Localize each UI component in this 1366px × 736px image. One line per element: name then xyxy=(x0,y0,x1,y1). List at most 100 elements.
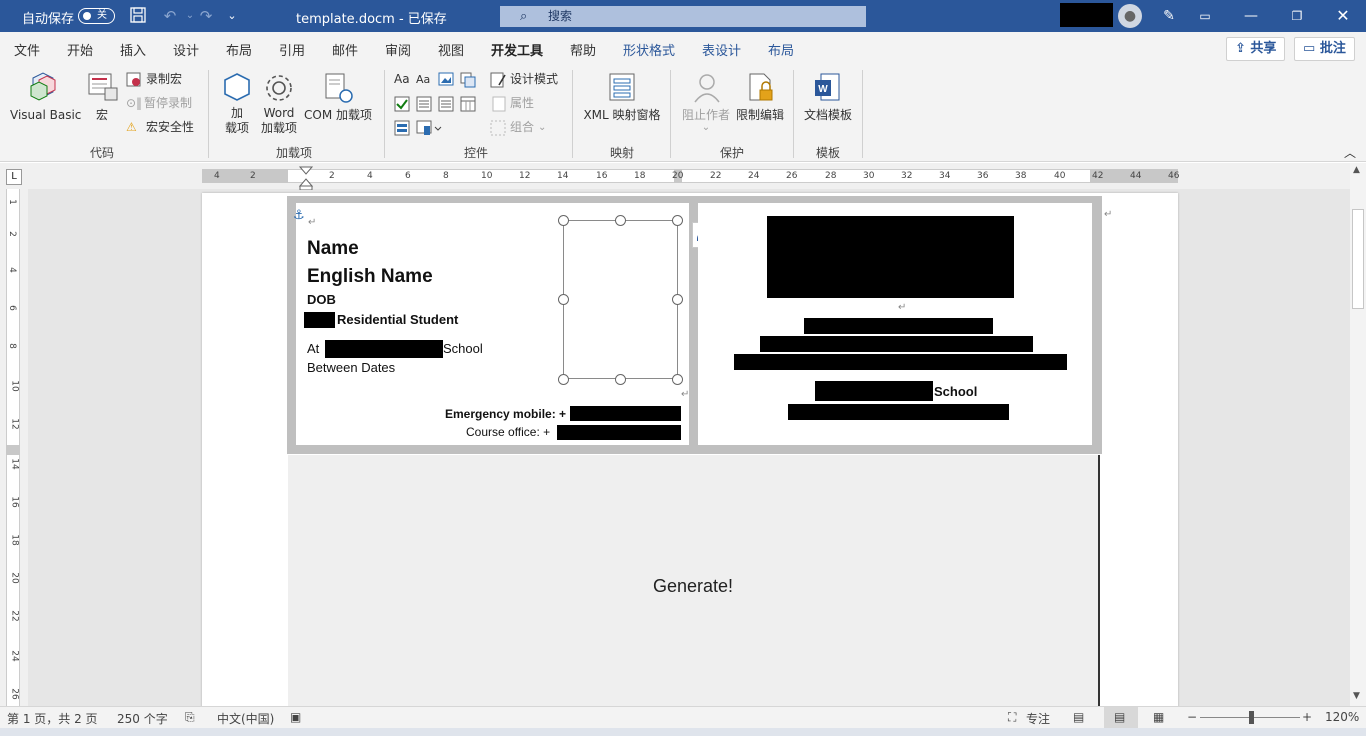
addins-button[interactable]: 加 载项 xyxy=(218,68,256,138)
building-block-control-icon[interactable] xyxy=(460,72,476,88)
save-icon[interactable] xyxy=(128,6,148,26)
picture-control-icon[interactable] xyxy=(438,72,454,86)
design-mode-button[interactable]: 设计模式 xyxy=(490,72,570,88)
tab-file[interactable]: 文件 xyxy=(14,40,40,59)
close-icon[interactable]: ✕ xyxy=(1320,0,1366,32)
visual-basic-button[interactable]: Visual Basic xyxy=(10,68,82,132)
zoom-in-icon[interactable]: + xyxy=(1302,710,1312,724)
document-template-button[interactable]: W 文档模板 xyxy=(800,68,856,128)
tab-review[interactable]: 审阅 xyxy=(385,40,411,59)
resize-handle[interactable] xyxy=(672,215,683,226)
rich-text-control-icon[interactable]: Aa xyxy=(394,72,410,87)
vertical-ruler[interactable]: 1 2 4 6 8 10 12 14 16 18 20 22 24 26 xyxy=(0,189,28,706)
avatar[interactable]: ● xyxy=(1118,4,1142,28)
repeating-section-control-icon[interactable] xyxy=(394,120,410,136)
language-indicator[interactable]: 中文(中国) xyxy=(217,710,274,727)
generate-button[interactable]: Generate! xyxy=(588,576,798,602)
focus-mode-label[interactable]: 专注 xyxy=(1026,710,1050,727)
resize-handle[interactable] xyxy=(615,374,626,385)
com-addins-button[interactable]: COM 加载项 xyxy=(302,68,374,124)
tab-table-layout[interactable]: 布局 xyxy=(768,40,794,59)
undo-icon[interactable]: ↶ xyxy=(160,6,180,26)
scroll-down-icon[interactable]: ▼ xyxy=(1353,691,1360,701)
vertical-scrollbar[interactable]: ▲ ▼ xyxy=(1350,163,1366,706)
between-dates-field[interactable]: Between Dates xyxy=(307,360,395,375)
legacy-tools-icon[interactable] xyxy=(416,120,442,136)
tab-references[interactable]: 引用 xyxy=(279,40,305,59)
card-front-cell[interactable]: ⚓ ↵ Name English Name DOB Residential St… xyxy=(293,203,689,445)
tab-view[interactable]: 视图 xyxy=(438,40,464,59)
document-page[interactable]: ↵ ⚓ ↵ Name English Name DOB Residential … xyxy=(202,193,1178,706)
macros-button[interactable]: 宏 xyxy=(84,68,120,132)
photo-placeholder-shape[interactable] xyxy=(563,220,678,379)
document-title: template.docm - 已保存 xyxy=(296,12,447,27)
tab-layout[interactable]: 布局 xyxy=(226,40,252,59)
indent-marker-icon[interactable] xyxy=(299,166,313,190)
minimize-icon[interactable]: — xyxy=(1228,0,1274,32)
english-name-field[interactable]: English Name xyxy=(307,266,433,288)
ruler-number: 32 xyxy=(901,171,913,181)
scroll-up-icon[interactable]: ▲ xyxy=(1353,165,1360,175)
ruler-number: 12 xyxy=(519,171,531,181)
customize-toolbar-icon[interactable]: ⌄ xyxy=(222,6,242,26)
tab-selector-icon[interactable]: L xyxy=(6,169,22,185)
horizontal-ruler[interactable]: L 4 2 2 4 6 8 10 12 14 16 18 20 22 24 26 28 30 32 34 36 38 40… xyxy=(0,163,1350,190)
tab-design[interactable]: 设计 xyxy=(173,40,199,59)
checkbox-control-icon[interactable] xyxy=(394,96,410,112)
date-picker-control-icon[interactable] xyxy=(460,96,476,112)
proofing-icon[interactable]: ⎘ xyxy=(185,710,195,725)
autosave-state: 关 xyxy=(97,10,107,21)
share-button[interactable]: ⇪ 共享 xyxy=(1226,37,1286,61)
resize-handle[interactable] xyxy=(672,374,683,385)
tab-table-design[interactable]: 表设计 xyxy=(702,40,741,59)
search-box[interactable]: ⌕ 搜索 xyxy=(500,6,866,27)
word-addins-button[interactable]: Word 加载项 xyxy=(258,68,300,138)
ruler-number: 12 xyxy=(9,418,20,430)
tab-home[interactable]: 开始 xyxy=(67,40,93,59)
tab-mailings[interactable]: 邮件 xyxy=(332,40,358,59)
accessibility-icon[interactable]: ▣ xyxy=(290,710,301,724)
resize-handle[interactable] xyxy=(558,215,569,226)
page-count[interactable]: 第 1 页，共 2 页 xyxy=(7,710,98,727)
print-layout-button[interactable]: ▤ xyxy=(1104,707,1138,728)
web-layout-icon[interactable]: ▦ xyxy=(1153,710,1164,724)
card-back-cell[interactable]: ↵ School xyxy=(698,203,1092,445)
resize-handle[interactable] xyxy=(558,294,569,305)
restore-icon[interactable]: ❐ xyxy=(1274,0,1320,32)
word-count[interactable]: 250 个字 xyxy=(117,710,168,727)
zoom-out-icon[interactable]: − xyxy=(1187,710,1197,724)
record-macro-button[interactable]: 录制宏 xyxy=(126,72,202,88)
redo-icon[interactable]: ↷ xyxy=(196,6,216,26)
ruler-number: 18 xyxy=(634,171,646,181)
read-mode-icon[interactable]: ▤ xyxy=(1073,710,1084,724)
restrict-editing-button[interactable]: 限制编辑 xyxy=(734,68,786,128)
dropdown-list-control-icon[interactable] xyxy=(438,96,454,112)
dob-field[interactable]: DOB xyxy=(307,292,336,307)
comments-button[interactable]: ▭ 批注 xyxy=(1294,37,1355,61)
combo-box-control-icon[interactable] xyxy=(416,96,432,112)
separator xyxy=(572,70,573,158)
name-field[interactable]: Name xyxy=(307,238,359,260)
tab-insert[interactable]: 插入 xyxy=(120,40,146,59)
residential-student-label: Residential Student xyxy=(337,312,459,327)
collapse-ribbon-icon[interactable]: ︿ xyxy=(1344,146,1356,161)
xml-mapping-pane-button[interactable]: XML 映射窗格 xyxy=(580,68,664,128)
ruler-number: 30 xyxy=(863,171,875,181)
tab-developer[interactable]: 开发工具 xyxy=(491,40,544,67)
autosave-toggle[interactable]: 关 xyxy=(78,8,115,24)
tab-help[interactable]: 帮助 xyxy=(570,40,596,59)
zoom-level[interactable]: 120% xyxy=(1325,710,1359,724)
gear-icon xyxy=(266,75,292,101)
zoom-slider-thumb[interactable] xyxy=(1249,711,1254,724)
resize-handle[interactable] xyxy=(615,215,626,226)
visual-basic-label: Visual Basic xyxy=(10,108,82,122)
scrollbar-thumb[interactable] xyxy=(1352,209,1364,309)
plain-text-control-icon[interactable]: Aa xyxy=(416,72,430,87)
resize-handle[interactable] xyxy=(672,294,683,305)
focus-icon[interactable]: ⛶ xyxy=(1008,710,1016,725)
design-mode-label: 设计模式 xyxy=(510,72,559,86)
macro-security-button[interactable]: ⚠ 宏安全性 xyxy=(126,120,206,136)
ribbon-display-options-icon[interactable]: ▭ xyxy=(1182,0,1228,32)
resize-handle[interactable] xyxy=(558,374,569,385)
tab-shape-format[interactable]: 形状格式 xyxy=(623,40,675,59)
